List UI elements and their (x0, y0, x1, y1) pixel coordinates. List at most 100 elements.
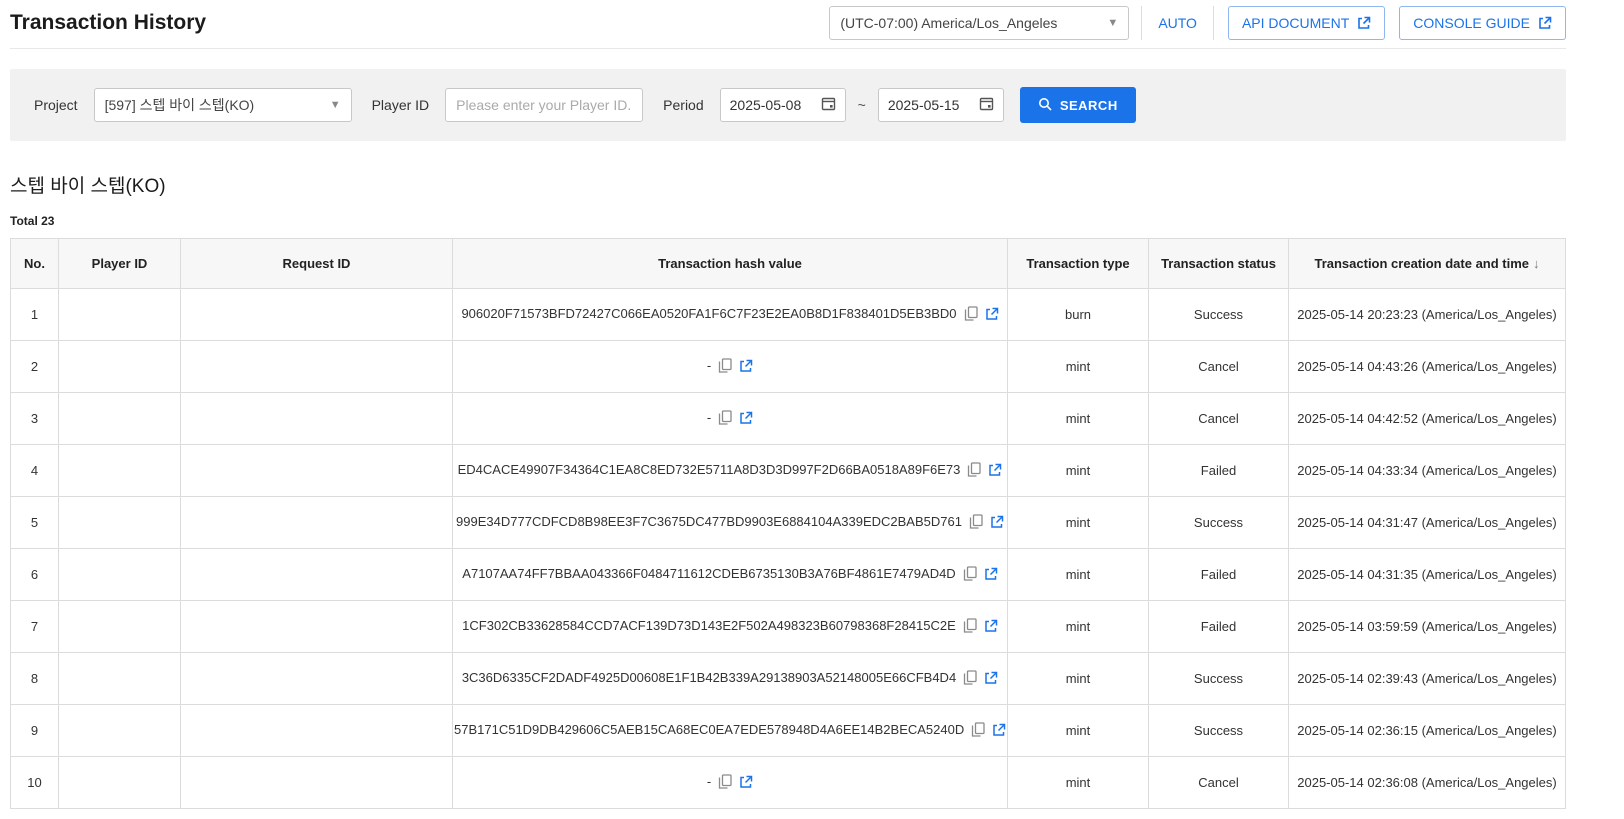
header-actions: (UTC-07:00) America/Los_Angeles ▼ AUTO A… (829, 6, 1566, 40)
external-link-icon[interactable] (984, 619, 998, 636)
cell-player-id (59, 445, 181, 497)
cell-type: mint (1008, 653, 1149, 705)
external-link-icon[interactable] (988, 463, 1002, 480)
period-to-input[interactable]: 2025-05-15 (878, 88, 1004, 122)
project-value: [597] 스텝 바이 스텝(KO) (105, 95, 255, 115)
copy-icon[interactable] (718, 774, 732, 792)
cell-no: 8 (11, 653, 59, 705)
cell-no: 3 (11, 393, 59, 445)
column-header-hash: Transaction hash value (453, 239, 1008, 289)
cell-created: 2025-05-14 20:23:23 (America/Los_Angeles… (1289, 289, 1566, 341)
player-id-input[interactable] (445, 88, 643, 122)
copy-icon[interactable] (963, 618, 977, 636)
hash-value: 999E34D777CDFCD8B98EE3F7C3675DC477BD9903… (456, 514, 962, 529)
project-label: Project (34, 97, 78, 113)
external-link-icon[interactable] (992, 723, 1006, 740)
table-row: 7 1CF302CB33628584CCD7ACF139D73D143E2F50… (11, 601, 1566, 653)
cell-hash: 57B171C51D9DB429606C5AEB15CA68EC0EA7EDE5… (453, 705, 1008, 757)
cell-player-id (59, 341, 181, 393)
transaction-table: No. Player ID Request ID Transaction has… (10, 238, 1566, 809)
cell-created: 2025-05-14 04:43:26 (America/Los_Angeles… (1289, 341, 1566, 393)
cell-status: Cancel (1149, 393, 1289, 445)
cell-request-id (181, 601, 453, 653)
cell-status: Failed (1149, 601, 1289, 653)
cell-created: 2025-05-14 04:31:47 (America/Los_Angeles… (1289, 497, 1566, 549)
cell-no: 7 (11, 601, 59, 653)
cell-player-id (59, 601, 181, 653)
page-content: Transaction History (UTC-07:00) America/… (10, 0, 1566, 809)
cell-player-id (59, 549, 181, 601)
timezone-select[interactable]: (UTC-07:00) America/Los_Angeles ▼ (829, 6, 1129, 40)
cell-created: 2025-05-14 02:36:15 (America/Los_Angeles… (1289, 705, 1566, 757)
top-header: Transaction History (UTC-07:00) America/… (10, 0, 1566, 49)
external-link-icon[interactable] (739, 359, 753, 376)
column-header-player-id: Player ID (59, 239, 181, 289)
cell-created: 2025-05-14 04:31:35 (America/Los_Angeles… (1289, 549, 1566, 601)
cell-request-id (181, 653, 453, 705)
page-title: Transaction History (10, 11, 206, 35)
cell-no: 4 (11, 445, 59, 497)
external-link-icon[interactable] (739, 411, 753, 428)
hash-value: A7107AA74FF7BBAA043366F0484711612CDEB673… (462, 566, 955, 581)
api-document-button[interactable]: API DOCUMENT (1228, 6, 1385, 40)
cell-type: mint (1008, 705, 1149, 757)
column-header-created-label: Transaction creation date and time (1314, 256, 1529, 271)
external-link-icon[interactable] (985, 307, 999, 324)
cell-type: mint (1008, 601, 1149, 653)
cell-hash: ED4CACE49907F34364C1EA8C8ED732E5711A8D3D… (453, 445, 1008, 497)
chevron-down-icon: ▼ (330, 99, 341, 111)
timezone-value: (UTC-07:00) America/Los_Angeles (840, 15, 1057, 31)
project-select[interactable]: [597] 스텝 바이 스텝(KO) ▼ (94, 88, 352, 122)
copy-icon[interactable] (971, 722, 985, 740)
period-from-input[interactable]: 2025-05-08 (720, 88, 846, 122)
table-row: 1 906020F71573BFD72427C066EA0520FA1F6C7F… (11, 289, 1566, 341)
hash-value: 57B171C51D9DB429606C5AEB15CA68EC0EA7EDE5… (454, 722, 964, 737)
external-link-icon (1357, 16, 1371, 30)
column-header-created[interactable]: Transaction creation date and time↓ (1289, 239, 1566, 289)
external-link-icon[interactable] (739, 775, 753, 792)
cell-player-id (59, 653, 181, 705)
cell-request-id (181, 289, 453, 341)
cell-status: Success (1149, 653, 1289, 705)
external-link-icon[interactable] (984, 671, 998, 688)
table-row: 4 ED4CACE49907F34364C1EA8C8ED732E5711A8D… (11, 445, 1566, 497)
cell-hash: - (453, 341, 1008, 393)
external-link-icon[interactable] (984, 567, 998, 584)
copy-icon[interactable] (967, 462, 981, 480)
period-separator: ~ (858, 97, 866, 113)
cell-hash: 999E34D777CDFCD8B98EE3F7C3675DC477BD9903… (453, 497, 1008, 549)
hash-value: ED4CACE49907F34364C1EA8C8ED732E5711A8D3D… (458, 462, 961, 477)
chevron-down-icon: ▼ (1107, 17, 1118, 29)
copy-icon[interactable] (718, 410, 732, 428)
total-count: Total 23 (10, 214, 1566, 228)
cell-status: Success (1149, 497, 1289, 549)
cell-no: 10 (11, 757, 59, 809)
cell-request-id (181, 497, 453, 549)
column-header-status: Transaction status (1149, 239, 1289, 289)
cell-no: 6 (11, 549, 59, 601)
external-link-icon (1538, 16, 1552, 30)
search-button[interactable]: SEARCH (1020, 87, 1136, 123)
console-guide-button[interactable]: CONSOLE GUIDE (1399, 6, 1566, 40)
cell-request-id (181, 393, 453, 445)
cell-status: Failed (1149, 445, 1289, 497)
cell-request-id (181, 705, 453, 757)
cell-created: 2025-05-14 02:39:43 (America/Los_Angeles… (1289, 653, 1566, 705)
cell-type: mint (1008, 549, 1149, 601)
period-label: Period (663, 97, 703, 113)
auto-button[interactable]: AUTO (1141, 6, 1214, 40)
external-link-icon[interactable] (990, 515, 1004, 532)
player-id-label: Player ID (372, 97, 430, 113)
copy-icon[interactable] (964, 306, 978, 324)
cell-player-id (59, 757, 181, 809)
copy-icon[interactable] (969, 514, 983, 532)
console-guide-label: CONSOLE GUIDE (1413, 15, 1530, 31)
cell-request-id (181, 549, 453, 601)
copy-icon[interactable] (718, 358, 732, 376)
hash-value: 906020F71573BFD72427C066EA0520FA1F6C7F23… (461, 306, 956, 321)
hash-value: - (707, 358, 711, 373)
copy-icon[interactable] (963, 670, 977, 688)
period-from-value: 2025-05-08 (730, 97, 802, 113)
cell-status: Cancel (1149, 341, 1289, 393)
copy-icon[interactable] (963, 566, 977, 584)
